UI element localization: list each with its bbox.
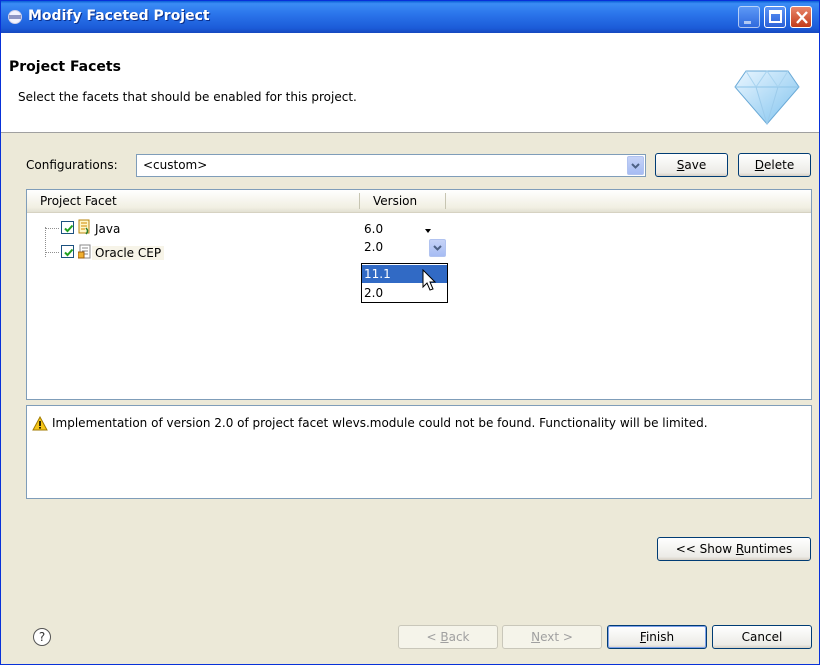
finish-button[interactable]: Finish xyxy=(607,625,707,649)
project-facets-table[interactable]: Project Facet Version Java 6.0 Oracle CE… xyxy=(26,189,812,400)
eclipse-icon xyxy=(8,10,22,24)
maximize-icon xyxy=(769,10,782,23)
oracle-cep-facet-label: Oracle CEP xyxy=(92,246,165,260)
dialog-header: Project Facets Select the facets that sh… xyxy=(1,33,819,133)
warning-message: Implementation of version 2.0 of project… xyxy=(52,416,708,430)
tree-connector xyxy=(45,252,59,253)
tree-connector xyxy=(45,228,59,229)
configurations-value: <custom> xyxy=(143,158,208,172)
java-version-value[interactable]: 6.0 xyxy=(364,222,383,236)
java-version-dropdown-icon[interactable] xyxy=(425,229,431,233)
java-facet-icon xyxy=(78,219,90,235)
window-title: Modify Faceted Project xyxy=(28,8,210,24)
mouse-pointer-icon xyxy=(422,269,437,291)
table-header: Project Facet Version xyxy=(27,190,811,213)
column-header-version[interactable]: Version xyxy=(373,194,417,208)
java-facet-checkbox[interactable] xyxy=(61,221,74,234)
oracle-cep-version-value: 2.0 xyxy=(364,240,384,254)
configurations-dropdown-button[interactable] xyxy=(627,156,644,175)
configurations-label: Configurations: xyxy=(26,158,118,172)
show-runtimes-button[interactable]: << Show Runtimes xyxy=(657,537,811,561)
page-description: Select the facets that should be enabled… xyxy=(18,90,357,104)
column-header-project-facet[interactable]: Project Facet xyxy=(40,194,117,208)
column-separator[interactable] xyxy=(359,193,360,209)
cancel-button[interactable]: Cancel xyxy=(712,625,812,649)
delete-button[interactable]: Delete xyxy=(738,153,811,177)
next-button[interactable]: Next > xyxy=(502,625,602,649)
chevron-down-icon xyxy=(631,163,640,169)
facets-gem-icon xyxy=(734,70,800,125)
column-separator[interactable] xyxy=(445,193,446,209)
save-button[interactable]: Save xyxy=(655,153,728,177)
close-icon xyxy=(796,11,808,24)
close-button[interactable] xyxy=(790,6,812,28)
oracle-cep-facet-checkbox[interactable] xyxy=(61,245,74,258)
message-area: Implementation of version 2.0 of project… xyxy=(26,405,812,499)
minimize-icon xyxy=(744,21,751,24)
checkmark-icon xyxy=(64,248,74,257)
minimize-button[interactable] xyxy=(738,6,760,28)
page-title: Project Facets xyxy=(9,59,121,75)
oracle-cep-facet-icon xyxy=(78,244,91,259)
version-dropdown-button[interactable] xyxy=(429,239,446,257)
title-bar[interactable]: Modify Faceted Project xyxy=(1,1,819,33)
modify-faceted-project-dialog: Modify Faceted Project Project Facets Se… xyxy=(0,0,820,665)
back-button[interactable]: < Back xyxy=(398,625,498,649)
maximize-button[interactable] xyxy=(764,6,786,28)
java-facet-label: Java xyxy=(95,222,121,236)
chevron-down-icon xyxy=(433,245,442,251)
configurations-combo[interactable]: <custom> xyxy=(136,154,646,177)
warning-icon xyxy=(32,416,48,431)
oracle-cep-version-combo[interactable]: 2.0 xyxy=(361,237,448,258)
checkmark-icon xyxy=(64,224,74,233)
help-icon[interactable]: ? xyxy=(33,628,51,646)
